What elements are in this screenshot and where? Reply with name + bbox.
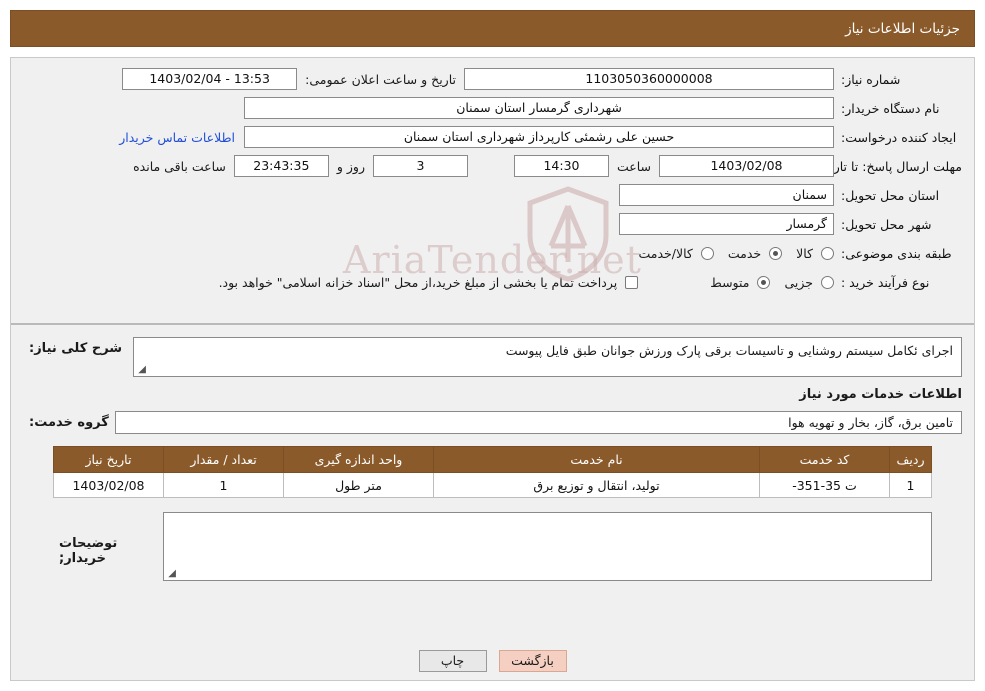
row-deadline: مهلت ارسال پاسخ: تا تاریخ: 1403/02/08 سا… bbox=[23, 155, 962, 177]
buyer-org-value: شهرداری گرمسار استان سمنان bbox=[244, 97, 834, 119]
payment-note-label: پرداخت تمام یا بخشی از مبلغ خرید،از محل … bbox=[218, 274, 618, 290]
city-label: شهر محل تحویل: bbox=[841, 216, 932, 232]
cell-unit: متر طول bbox=[283, 472, 434, 498]
row-province: استان محل تحویل: سمنان bbox=[23, 184, 962, 206]
row-city: شهر محل تحویل: گرمسار bbox=[23, 213, 962, 235]
category-option-kala-khedmat-label: کالا/خدمت bbox=[638, 245, 693, 261]
hour-label: ساعت bbox=[616, 158, 651, 174]
need-summary-label: شرح کلی نیاز: bbox=[29, 341, 123, 356]
table-header-row: ردیف کد خدمت نام خدمت واحد اندازه گیری ت… bbox=[53, 446, 932, 473]
buyer-notes-label: توضیحات خریدار; bbox=[59, 536, 118, 566]
cell-name: تولید، انتقال و توزیع برق bbox=[433, 472, 760, 498]
radio-icon-kala[interactable] bbox=[821, 246, 834, 260]
print-button[interactable]: چاپ bbox=[418, 650, 487, 672]
cell-qty: 1 bbox=[163, 472, 284, 498]
row-creator: ایجاد کننده درخواست: حسین علی رشمئی کارپ… bbox=[23, 126, 962, 148]
remaining-label: ساعت باقی مانده bbox=[133, 158, 226, 174]
buyer-notes-value bbox=[164, 513, 931, 521]
th-code: کد خدمت bbox=[759, 446, 890, 473]
public-announce-value: 13:53 - 1403/02/04 bbox=[122, 68, 298, 90]
radio-icon-khedmat[interactable] bbox=[769, 246, 783, 260]
buyer-org-label: نام دستگاه خریدار: bbox=[841, 100, 940, 116]
category-option-khedmat-label: خدمت bbox=[727, 245, 762, 261]
process-option-jozei-label: جزیی bbox=[784, 274, 813, 290]
th-qty: تعداد / مقدار bbox=[163, 446, 284, 473]
need-number-value: 1103050360000008 bbox=[464, 68, 834, 90]
need-summary-box: اجرای ئکامل سیستم روشنایی و تاسیسات برقی… bbox=[133, 337, 962, 377]
category-option-khedmat[interactable]: خدمت bbox=[714, 245, 783, 261]
row-service-group: تامین برق، گاز، بخار و تهویه هوا گروه خد… bbox=[23, 411, 962, 434]
radio-icon-motevaset[interactable] bbox=[757, 275, 771, 289]
cell-row: 1 bbox=[889, 472, 932, 498]
row-buyer-org: نام دستگاه خریدار: شهرداری گرمسار استان … bbox=[23, 97, 962, 119]
page-header: جزئیات اطلاعات نیاز bbox=[10, 10, 975, 47]
creator-label: ایجاد کننده درخواست: bbox=[841, 129, 957, 145]
process-option-motevaset-label: متوسط bbox=[710, 274, 750, 290]
need-details-section: اجرای ئکامل سیستم روشنایی و تاسیسات برقی… bbox=[11, 325, 974, 585]
resize-handle-icon-notes[interactable]: ◢ bbox=[166, 569, 176, 579]
th-date: تاریخ نیاز bbox=[53, 446, 164, 473]
city-value: گرمسار bbox=[619, 213, 834, 235]
radio-icon-jozei[interactable] bbox=[821, 275, 834, 289]
need-info-section: شماره نیاز: 1103050360000008 تاریخ و ساع… bbox=[11, 58, 974, 325]
main-panel: شماره نیاز: 1103050360000008 تاریخ و ساع… bbox=[10, 57, 975, 681]
remaining-time-value: 23:43:35 bbox=[233, 155, 329, 177]
th-row: ردیف bbox=[889, 446, 932, 473]
public-announce-label: تاریخ و ساعت اعلان عمومی: bbox=[305, 71, 456, 87]
province-label: استان محل تحویل: bbox=[841, 187, 940, 203]
buyer-notes-box[interactable]: ◢ bbox=[163, 512, 932, 581]
deadline-date-value: 1403/02/08 bbox=[659, 155, 834, 177]
row-category: طبقه بندی موضوعی: کالا خدمت کالا/خدمت bbox=[23, 242, 962, 264]
cell-date: 1403/02/08 bbox=[53, 472, 164, 498]
service-group-value: تامین برق، گاز، بخار و تهویه هوا bbox=[115, 411, 962, 434]
category-option-kala[interactable]: کالا bbox=[782, 246, 834, 261]
deadline-time-value: 14:30 bbox=[513, 155, 609, 177]
page-root: جزئیات اطلاعات نیاز شماره نیاز: 11030503… bbox=[0, 0, 985, 691]
resize-handle-icon[interactable]: ◢ bbox=[136, 365, 146, 375]
province-value: سمنان bbox=[619, 184, 834, 206]
page-title: جزئیات اطلاعات نیاز bbox=[845, 20, 960, 37]
services-heading: اطلاعات خدمات مورد نیاز bbox=[799, 387, 962, 402]
cell-code: ت 35-351- bbox=[759, 472, 890, 498]
process-option-jozei[interactable]: جزیی bbox=[770, 275, 834, 290]
need-number-label: شماره نیاز: bbox=[841, 71, 901, 87]
footer-buttons: بازگشت چاپ bbox=[11, 650, 974, 672]
buyer-contact-link[interactable]: اطلاعات تماس خریدار bbox=[119, 130, 244, 145]
row-process-type: نوع فرآیند خرید : جزیی متوسط پرداخت تمام… bbox=[23, 271, 962, 293]
row-need-summary: اجرای ئکامل سیستم روشنایی و تاسیسات برقی… bbox=[23, 337, 962, 377]
days-label: روز و bbox=[336, 158, 365, 174]
category-option-kala-khedmat[interactable]: کالا/خدمت bbox=[624, 245, 714, 261]
row-buyer-notes: ◢ توضیحات خریدار; bbox=[53, 512, 932, 581]
need-summary-value: اجرای ئکامل سیستم روشنایی و تاسیسات برقی… bbox=[505, 343, 953, 358]
creator-value: حسین علی رشمئی کارپرداز شهرداری استان سم… bbox=[244, 126, 834, 148]
process-option-motevaset[interactable]: متوسط bbox=[696, 274, 771, 290]
payment-note-checkbox[interactable] bbox=[625, 275, 639, 289]
th-unit: واحد اندازه گیری bbox=[283, 446, 434, 473]
service-group-label: گروه خدمت: bbox=[29, 415, 109, 430]
category-label: طبقه بندی موضوعی: bbox=[841, 245, 952, 261]
radio-icon-kala-khedmat[interactable] bbox=[700, 246, 714, 260]
remaining-days-value: 3 bbox=[372, 155, 468, 177]
back-button[interactable]: بازگشت bbox=[498, 650, 567, 672]
th-name: نام خدمت bbox=[433, 446, 760, 473]
row-need-number: شماره نیاز: 1103050360000008 تاریخ و ساع… bbox=[23, 68, 962, 90]
process-label: نوع فرآیند خرید : bbox=[841, 274, 930, 290]
table-row: 1 ت 35-351- تولید، انتقال و توزیع برق مت… bbox=[53, 472, 932, 498]
deadline-label: مهلت ارسال پاسخ: تا تاریخ: bbox=[817, 158, 962, 174]
category-option-kala-label: کالا bbox=[796, 245, 813, 261]
services-table: ردیف کد خدمت نام خدمت واحد اندازه گیری ت… bbox=[53, 446, 932, 498]
